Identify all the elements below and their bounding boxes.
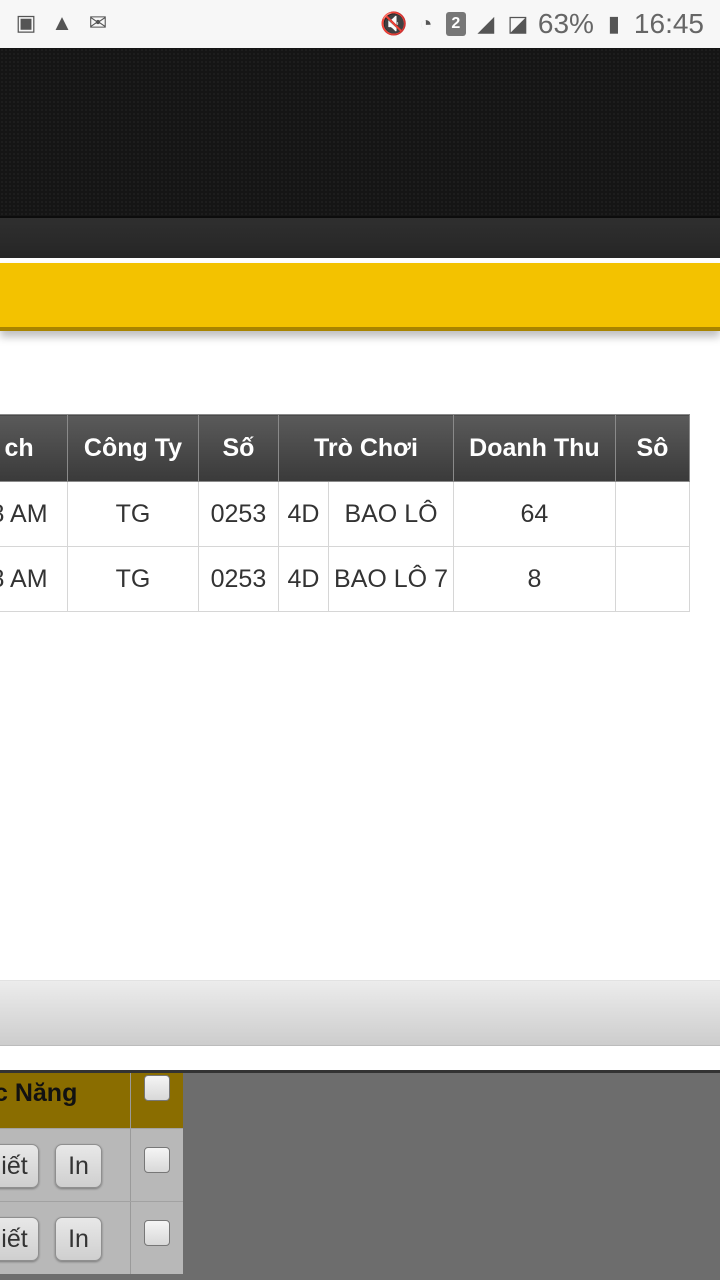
image-icon: ▣ xyxy=(15,10,37,35)
detail-button[interactable]: iết xyxy=(0,1217,39,1261)
sim-slot-badge: 2 xyxy=(445,12,466,36)
signal-2-icon: ◪ xyxy=(507,11,529,36)
cell-number: 0253 xyxy=(197,546,279,612)
cell-game: BAO LÔ 7 xyxy=(328,546,454,612)
cell-company: TG xyxy=(67,481,199,547)
cell-count xyxy=(614,546,691,612)
overlay-row: iết In xyxy=(0,1201,183,1274)
column-divider xyxy=(130,1202,131,1274)
cell-count xyxy=(614,481,691,547)
cell-game: BAO LÔ xyxy=(328,481,454,547)
table-header-row: ch Công Ty Số Trò Chơi Doanh Thu Sô xyxy=(0,414,691,482)
status-bar: ▣ ▲ ✉ 🔇 ◔ 2 ◢ ◪ 63% ▮ 16:45 xyxy=(0,0,720,48)
row-checkbox[interactable] xyxy=(144,1220,170,1246)
signal-icon: ◢ xyxy=(477,11,495,36)
cell-revenue: 64 xyxy=(452,481,616,547)
footer-bar xyxy=(0,980,720,1046)
col-header-number: Số xyxy=(197,414,279,482)
overlay-header-label: c Năng xyxy=(0,1079,78,1107)
column-divider xyxy=(130,1129,131,1201)
data-table: ch Công Ty Số Trò Chơi Doanh Thu Sô 8 AM… xyxy=(0,414,691,612)
print-button[interactable]: In xyxy=(55,1144,102,1188)
cell-number: 0253 xyxy=(197,481,279,547)
clock: 16:45 xyxy=(633,8,704,39)
column-divider xyxy=(130,1073,131,1128)
col-header-count: Sô xyxy=(614,414,691,482)
print-button[interactable]: In xyxy=(55,1217,102,1261)
yellow-banner xyxy=(0,263,720,331)
cell-company: TG xyxy=(67,546,199,612)
nav-bar xyxy=(0,216,720,258)
battery-icon: ▮ xyxy=(607,11,620,36)
col-header-revenue: Doanh Thu xyxy=(452,414,616,482)
row-checkbox[interactable] xyxy=(144,1147,170,1173)
col-header-game: Trò Chơi xyxy=(277,414,454,482)
table-row: 8 AM TG 0253 4D BAO LÔ 64 xyxy=(0,481,691,547)
warning-icon: ▲ xyxy=(51,10,73,35)
overlay-row: iết In xyxy=(0,1128,183,1201)
cell-revenue: 8 xyxy=(452,546,616,612)
battery-percent: 63% xyxy=(537,8,594,39)
overlay-header-row: c Năng xyxy=(0,1073,183,1128)
cell-time: 8 AM xyxy=(0,481,69,547)
table-row: 8 AM TG 0253 4D BAO LÔ 7 8 xyxy=(0,546,691,612)
cell-game-type: 4D xyxy=(277,481,330,547)
cell-game-type: 4D xyxy=(277,546,330,612)
wifi-icon: ◔ xyxy=(419,11,433,36)
vibrate-mute-icon: 🔇 xyxy=(380,11,408,36)
col-header-company: Công Ty xyxy=(67,414,199,482)
cell-time: 8 AM xyxy=(0,546,69,612)
app-header xyxy=(0,48,720,216)
select-all-checkbox[interactable] xyxy=(144,1075,170,1101)
detail-button[interactable]: iết xyxy=(0,1144,39,1188)
col-header-time: ch xyxy=(0,414,69,482)
mail-icon: ✉ xyxy=(88,10,108,35)
